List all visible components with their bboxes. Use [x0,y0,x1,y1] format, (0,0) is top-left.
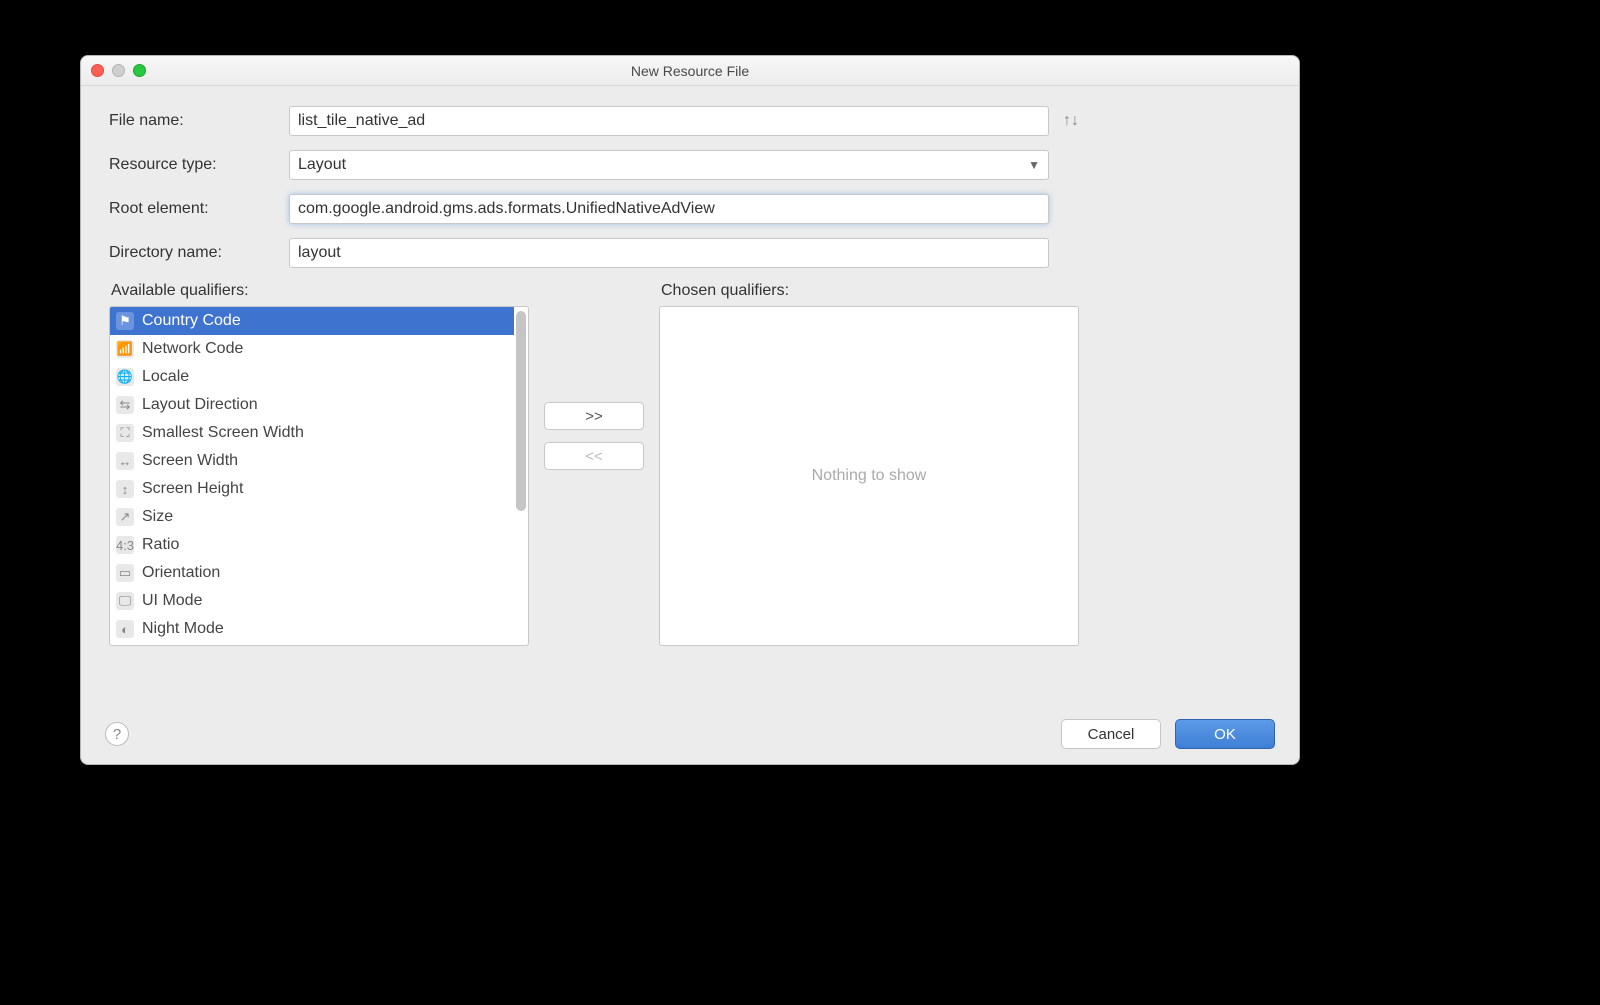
resource-type-label: Resource type: [109,156,289,174]
list-item[interactable]: ↔ Screen Width [110,447,514,475]
qualifier-label: Locale [142,368,189,386]
qualifier-label: Screen Height [142,480,243,498]
qualifier-label: Layout Direction [142,396,258,414]
qualifier-icon: ▭ [116,564,134,582]
minimize-icon [112,64,125,77]
ok-button[interactable]: OK [1175,719,1275,749]
chosen-empty-text: Nothing to show [812,467,927,485]
qualifier-icon: ↔ [116,452,134,470]
maximize-icon[interactable] [133,64,146,77]
list-item[interactable]: 4:3 Ratio [110,531,514,559]
window-controls [91,64,146,77]
qualifier-label: Network Code [142,340,243,358]
root-element-input[interactable] [289,194,1049,224]
remove-qualifier-button[interactable]: << [544,442,644,470]
scrollbar[interactable] [516,309,526,643]
qualifier-icon: 🌐 [116,368,134,386]
list-item[interactable]: 🌐 Locale [110,363,514,391]
directory-name-label: Directory name: [109,244,289,262]
chosen-qualifiers-list[interactable]: Nothing to show [659,306,1079,646]
qualifier-label: Night Mode [142,620,224,638]
qualifier-label: Orientation [142,564,220,582]
list-item[interactable]: ⚑ Country Code [110,307,514,335]
resource-type-select[interactable]: Layout ▼ [289,150,1049,180]
qualifier-icon: 4:3 [116,536,134,554]
root-element-label: Root element: [109,200,289,218]
qualifier-label: Country Code [142,312,241,330]
close-icon[interactable] [91,64,104,77]
qualifier-icon: ⚑ [116,312,134,330]
directory-name-input[interactable] [289,238,1049,268]
scrollbar-thumb[interactable] [516,311,526,511]
qualifier-icon: ↕ [116,480,134,498]
window-title: New Resource File [81,63,1299,79]
qualifier-icon: 📶 [116,340,134,358]
qualifier-icon: 🖵 [116,592,134,610]
resource-type-value: Layout [298,156,346,174]
new-resource-dialog: New Resource File File name: ↑↓ Resource… [80,55,1300,765]
chosen-qualifiers-label: Chosen qualifiers: [661,282,1079,300]
list-item[interactable]: ◐ Night Mode [110,615,514,643]
list-item[interactable]: ⇆ Layout Direction [110,391,514,419]
file-name-label: File name: [109,112,289,130]
list-item[interactable]: ▭ Orientation [110,559,514,587]
chevron-down-icon: ▼ [1028,158,1040,172]
qualifier-label: Ratio [142,536,179,554]
qualifier-label: Size [142,508,173,526]
list-item[interactable]: 🖵 UI Mode [110,587,514,615]
qualifier-label: Smallest Screen Width [142,424,304,442]
qualifier-label: UI Mode [142,592,202,610]
qualifier-label: Screen Width [142,452,238,470]
list-item[interactable]: ⛶ Smallest Screen Width [110,419,514,447]
qualifier-icon: ⛶ [116,424,134,442]
add-qualifier-button[interactable]: >> [544,402,644,430]
available-qualifiers-list[interactable]: ⚑ Country Code 📶 Network Code 🌐 Locale ⇆ Layout… [109,306,529,646]
qualifier-icon: ⇆ [116,396,134,414]
sort-toggle-icon[interactable]: ↑↓ [1063,112,1079,130]
file-name-input[interactable] [289,106,1049,136]
titlebar: New Resource File [81,56,1299,86]
cancel-button[interactable]: Cancel [1061,719,1161,749]
list-item[interactable]: ↗ Size [110,503,514,531]
available-qualifiers-label: Available qualifiers: [111,282,529,300]
help-button[interactable]: ? [105,722,129,746]
list-item[interactable]: 📶 Network Code [110,335,514,363]
qualifier-icon: ◐ [116,620,134,638]
list-item[interactable]: ↕ Screen Height [110,475,514,503]
qualifier-icon: ↗ [116,508,134,526]
